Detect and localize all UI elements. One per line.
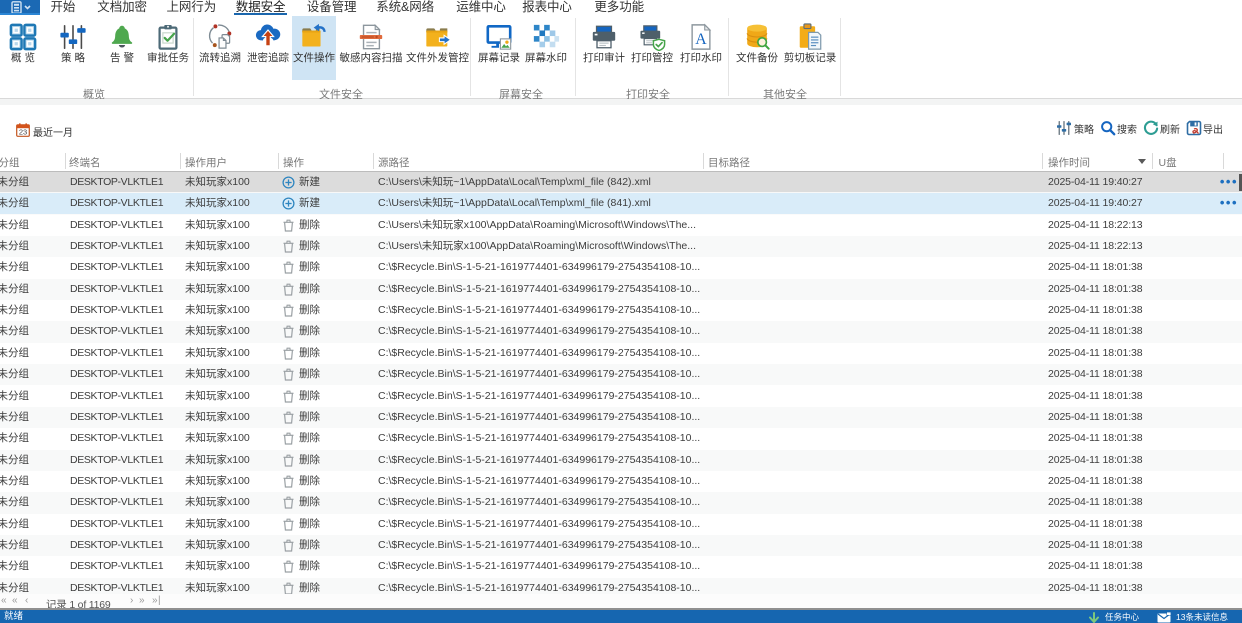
svg-text:A: A <box>695 31 707 48</box>
svg-text:23: 23 <box>19 127 27 136</box>
